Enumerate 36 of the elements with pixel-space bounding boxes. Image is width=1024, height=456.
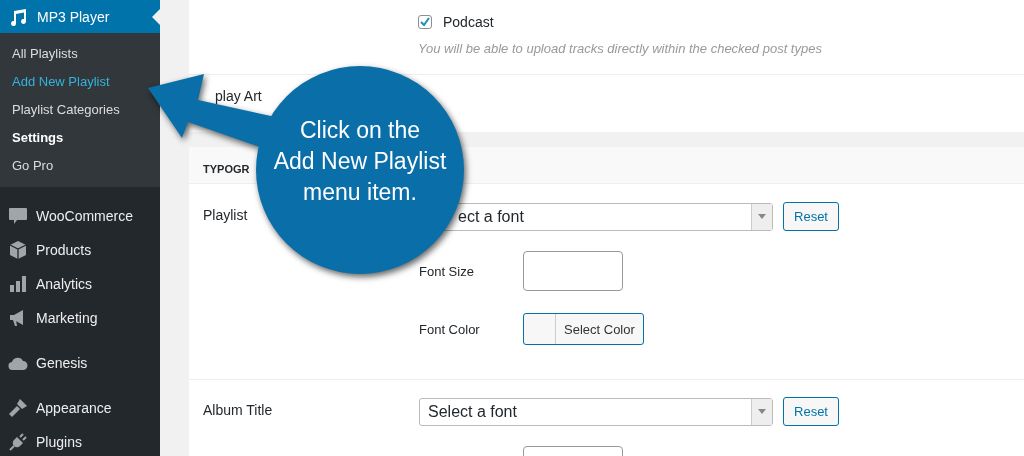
field-label: Font Color xyxy=(419,321,481,337)
field-label: Font Size xyxy=(419,263,475,279)
field-label: Playlist xyxy=(203,206,249,225)
submenu-item[interactable]: Playlist Categories xyxy=(0,96,120,124)
checkbox[interactable] xyxy=(418,15,432,29)
submenu-item[interactable]: Go Pro xyxy=(0,152,54,180)
caret-icon xyxy=(758,409,766,414)
reset-button[interactable]: Reset xyxy=(783,397,839,426)
field-label: Album Title xyxy=(203,401,274,420)
cloud-icon xyxy=(8,355,28,371)
hint-text: You will be able to upload tracks directly within the checked post types xyxy=(418,41,823,56)
submenu-item[interactable]: All Playlists xyxy=(0,40,78,68)
menu-item[interactable]: Plugins xyxy=(0,425,82,456)
menu-item[interactable]: Appearance xyxy=(0,391,112,425)
submenu-item[interactable]: Add New Playlist xyxy=(0,68,110,96)
menu-header[interactable]: MP3 Player xyxy=(0,0,160,33)
section-heading: TYPOGR xyxy=(203,163,250,175)
caret-icon xyxy=(758,214,766,219)
plug-icon xyxy=(8,432,28,452)
field-label: play Art xyxy=(215,88,262,104)
menu-item[interactable]: Products xyxy=(0,233,92,267)
bar-chart-icon xyxy=(9,275,27,293)
menu-item[interactable]: WooCommerce xyxy=(0,199,133,233)
menu-item[interactable]: Marketing xyxy=(0,301,98,335)
chat-bubble-icon xyxy=(8,207,28,225)
box-icon xyxy=(8,240,28,260)
paintbrush-icon xyxy=(8,398,28,418)
menu-item[interactable]: Analytics xyxy=(0,267,93,301)
music-note-icon xyxy=(9,7,27,26)
color-picker-button[interactable]: Select Color xyxy=(523,313,644,345)
reset-button[interactable]: Reset xyxy=(783,202,839,231)
checkbox-label: Podcast xyxy=(443,14,494,30)
menu-item[interactable]: Genesis xyxy=(0,346,88,380)
font-select[interactable]: Select a font xyxy=(419,397,773,426)
input-field[interactable] xyxy=(523,251,623,291)
submenu-item[interactable]: Settings xyxy=(0,124,64,152)
